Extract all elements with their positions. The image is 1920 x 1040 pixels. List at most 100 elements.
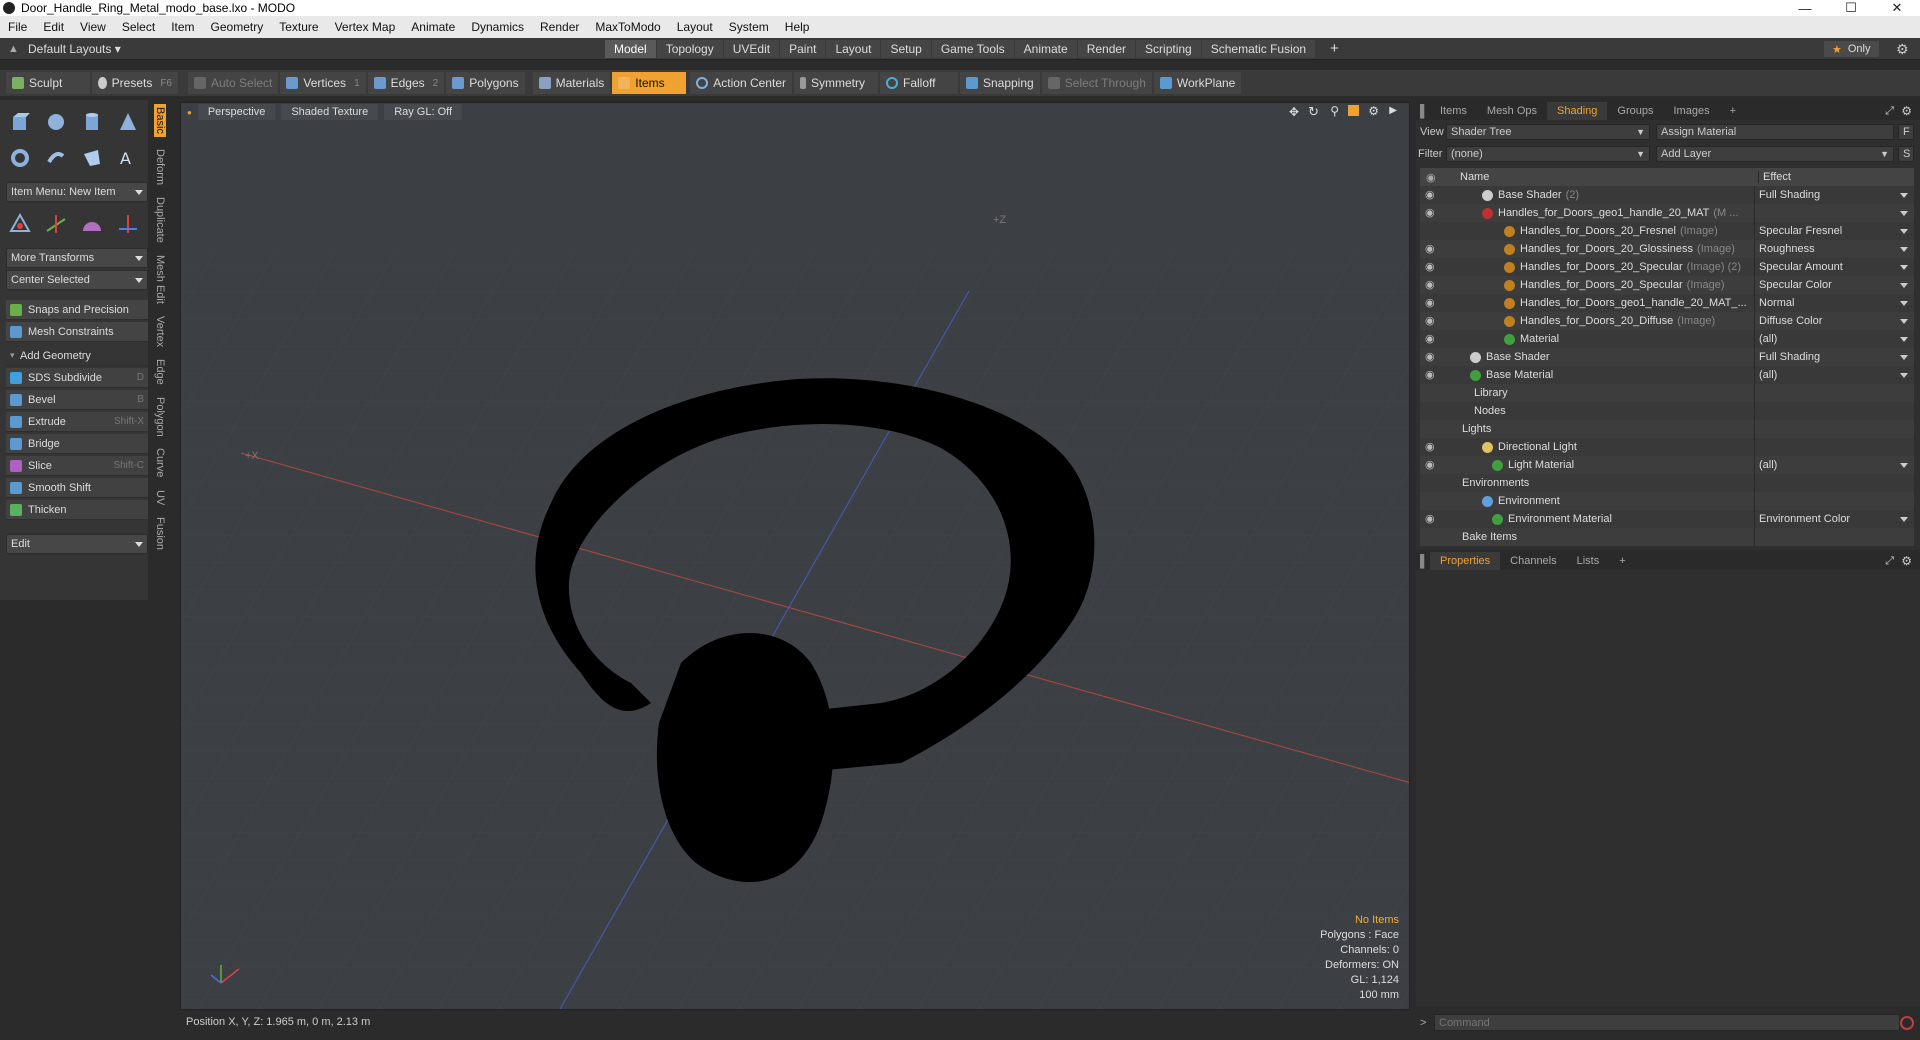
items-button[interactable]: Items — [612, 72, 687, 94]
menu-layout[interactable]: Layout — [669, 20, 721, 34]
visibility-eye-icon[interactable]: ◉ — [1425, 188, 1435, 201]
command-input[interactable] — [1434, 1014, 1900, 1031]
edges-button[interactable]: Edges 2 — [367, 72, 445, 94]
vtab-curve[interactable]: Curve — [154, 448, 166, 477]
shader-tree-row[interactable]: Lights — [1420, 420, 1914, 438]
menu-render[interactable]: Render — [532, 20, 587, 34]
viewport-menu-icon[interactable]: ● — [187, 108, 192, 117]
snaps-precision-button[interactable]: Snaps and Precision — [6, 300, 148, 320]
fit-view-icon[interactable] — [1348, 105, 1359, 116]
tab-game-tools[interactable]: Game Tools — [931, 40, 1014, 58]
tool-bridge[interactable]: Bridge — [6, 434, 148, 454]
shader-tree-row[interactable]: ◉ Handles_for_Doors_20_Glossiness (Image) R… — [1420, 240, 1914, 258]
assign-material-button[interactable]: Assign Material — [1656, 124, 1894, 140]
add-props-tab-icon[interactable]: + — [1609, 552, 1635, 570]
tool-sds-subdivide[interactable]: SDS Subdivide D — [6, 368, 148, 388]
polygons-button[interactable]: Polygons — [446, 72, 525, 94]
only-toggle[interactable]: ★ Only — [1824, 41, 1879, 57]
vtab-fusion[interactable]: Fusion — [154, 517, 166, 550]
view-dropdown[interactable]: Shader Tree ▼ — [1446, 124, 1650, 140]
menu-vertex-map[interactable]: Vertex Map — [327, 20, 404, 34]
visibility-eye-icon[interactable]: ◉ — [1425, 458, 1435, 471]
effect-dropdown[interactable]: Specular Color — [1754, 276, 1914, 294]
handle-ball-mesh[interactable] — [656, 633, 834, 883]
vtab-mesh-edit[interactable]: Mesh Edit — [154, 255, 166, 304]
cube-primitive-icon[interactable] — [6, 108, 34, 136]
shader-tree-row[interactable]: ◉ Handles_for_Doors_20_Diffuse (Image) Diff… — [1420, 312, 1914, 330]
materials-button[interactable]: Materials — [532, 72, 611, 94]
visibility-eye-icon[interactable]: ◉ — [1425, 440, 1435, 453]
vtab-uv[interactable]: UV — [154, 490, 166, 505]
command-stop-icon[interactable] — [1900, 1016, 1914, 1030]
visibility-eye-icon[interactable]: ◉ — [1425, 350, 1435, 363]
shader-tree-row[interactable]: ◉ Handles_for_Doors_geo1_handle_20_MAT_..… — [1420, 294, 1914, 312]
effect-column-header[interactable]: Effect — [1758, 171, 1791, 183]
workplane-button[interactable]: WorkPlane — [1153, 72, 1242, 94]
tab-layout[interactable]: Layout — [826, 40, 881, 58]
tab-topology[interactable]: Topology — [656, 40, 723, 58]
menu-texture[interactable]: Texture — [271, 20, 326, 34]
shader-tree-row[interactable]: Environments — [1420, 474, 1914, 492]
edit-dropdown[interactable]: Edit — [6, 534, 148, 554]
visibility-eye-icon[interactable]: ◉ — [1425, 296, 1435, 309]
menu-maxtomodo[interactable]: MaxToModo — [587, 20, 668, 34]
torus-primitive-icon[interactable] — [6, 144, 34, 172]
mesh-constraints-button[interactable]: Mesh Constraints — [6, 322, 148, 342]
menu-geometry[interactable]: Geometry — [203, 20, 272, 34]
ptab-channels[interactable]: Channels — [1500, 552, 1566, 570]
ptab-properties[interactable]: Properties — [1430, 552, 1501, 570]
menu-file[interactable]: File — [0, 20, 35, 34]
shader-tree-row[interactable]: Bake Items — [1420, 528, 1914, 546]
props-expand-icon[interactable]: ⤢ — [1885, 555, 1894, 568]
menu-dynamics[interactable]: Dynamics — [463, 20, 532, 34]
shader-tree-row[interactable]: ◉ Base Shader (2) Full Shading — [1420, 186, 1914, 204]
shader-tree-row[interactable]: Nodes — [1420, 402, 1914, 420]
rtab-groups[interactable]: Groups — [1607, 102, 1663, 120]
visibility-eye-icon[interactable]: ◉ — [1425, 332, 1435, 345]
close-button[interactable]: ✕ — [1874, 0, 1920, 16]
tab-schematic-fusion[interactable]: Schematic Fusion — [1201, 40, 1316, 58]
effect-dropdown[interactable]: (all) — [1754, 456, 1914, 474]
add-tab-icon[interactable]: + — [1720, 102, 1746, 120]
s-button[interactable]: S — [1898, 146, 1914, 162]
tool-thicken[interactable]: Thicken — [6, 500, 148, 520]
shader-tree-row[interactable]: ◉ Handles_for_Doors_20_Specular (Image) (2… — [1420, 258, 1914, 276]
f-button[interactable]: F — [1898, 124, 1914, 140]
menu-select[interactable]: Select — [114, 20, 163, 34]
shader-tree-row[interactable]: ◉ Environment Material Environment Color — [1420, 510, 1914, 528]
effect-dropdown[interactable]: Environment Color — [1754, 510, 1914, 528]
auto-select-button[interactable]: Auto Select — [188, 72, 279, 94]
rtab-shading[interactable]: Shading — [1547, 102, 1608, 120]
layout-toggle-icon[interactable]: ▲ — [8, 43, 19, 55]
vtab-edge[interactable]: Edge — [154, 359, 166, 385]
center-selected-dropdown[interactable]: Center Selected — [6, 270, 148, 290]
snapping-button[interactable]: Snapping — [959, 72, 1040, 94]
action-center-button[interactable]: Action Center — [690, 72, 792, 94]
tab-model[interactable]: Model — [605, 40, 656, 58]
cone-primitive-icon[interactable] — [114, 108, 142, 136]
rotate-tool-icon[interactable] — [42, 210, 70, 238]
scale-tool-icon[interactable] — [78, 210, 106, 238]
shader-tree-row[interactable]: ◉ Directional Light — [1420, 438, 1914, 456]
item-menu-dropdown[interactable]: Item Menu: New Item — [6, 182, 148, 202]
default-layouts-dropdown[interactable]: Default Layouts ▾ — [28, 42, 121, 56]
visibility-eye-icon[interactable]: ◉ — [1425, 260, 1435, 273]
ptab-lists[interactable]: Lists — [1567, 552, 1610, 570]
effect-dropdown[interactable]: Specular Amount — [1754, 258, 1914, 276]
menu-help[interactable]: Help — [777, 20, 818, 34]
transform-tool-icon[interactable] — [114, 210, 142, 238]
tab-setup[interactable]: Setup — [881, 40, 931, 58]
more-transforms-dropdown[interactable]: More Transforms — [6, 248, 148, 268]
effect-dropdown[interactable]: Normal — [1754, 294, 1914, 312]
pan-icon[interactable]: ✥ — [1289, 105, 1299, 119]
effect-dropdown[interactable]: Specular Fresnel — [1754, 222, 1914, 240]
menu-edit[interactable]: Edit — [35, 20, 72, 34]
effect-dropdown[interactable]: Full Shading — [1754, 186, 1914, 204]
tab-render[interactable]: Render — [1077, 40, 1136, 58]
vtab-deform[interactable]: Deform — [154, 149, 166, 185]
shader-tree-row[interactable]: ◉ Handles_for_Doors_20_Specular (Image) Spe… — [1420, 276, 1914, 294]
falloff-button[interactable]: Falloff — [879, 72, 958, 94]
menu-view[interactable]: View — [72, 20, 114, 34]
menu-system[interactable]: System — [721, 20, 777, 34]
shader-tree-row[interactable]: Library — [1420, 384, 1914, 402]
